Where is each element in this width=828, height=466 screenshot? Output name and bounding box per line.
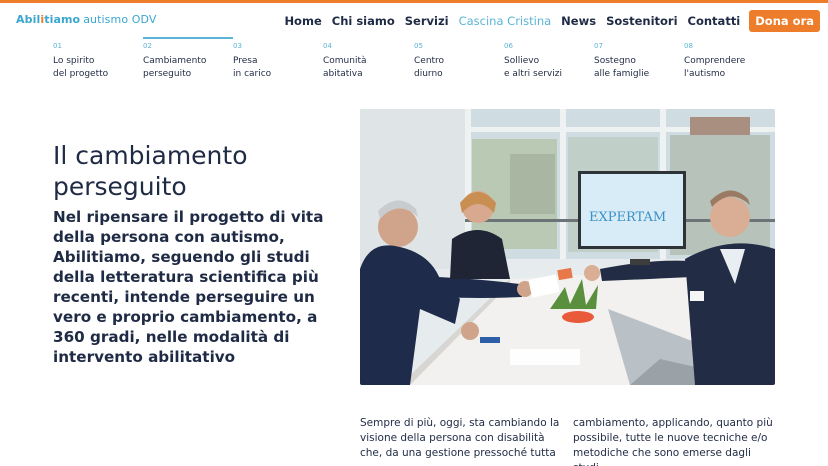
step-presa-in-carico[interactable]: 03 Presa in carico	[233, 37, 323, 85]
meeting-photo: EXPERTAM	[360, 109, 775, 385]
body-text-col1: Sempre di più, oggi, sta cambiando la vi…	[360, 417, 560, 459]
step-label: Sollievo e altri servizi	[504, 56, 562, 79]
logo-subtitle: autismo ODV	[83, 13, 157, 26]
nav-item-cascina-cristina[interactable]: Cascina Cristina	[454, 14, 557, 28]
page-lead-paragraph: Nel ripensare il progetto di vita della …	[53, 208, 324, 366]
step-number: 06	[504, 42, 513, 50]
step-centro-diurno[interactable]: 05 Centro diurno	[414, 37, 504, 85]
site-logo[interactable]: Abilitiamo autismo ODV	[16, 13, 157, 26]
step-indicator-bar	[233, 37, 323, 39]
section-steps-nav: 01 Lo spirito del progetto 02 Cambiament…	[53, 37, 773, 85]
step-label: Centro diurno	[414, 56, 445, 79]
step-number: 05	[414, 42, 423, 50]
step-indicator-bar	[323, 37, 413, 39]
step-label: Cambiamento perseguito	[143, 56, 207, 79]
step-indicator-bar	[143, 37, 233, 39]
body-text-col2: cambiamento, applicando, quanto più poss…	[573, 417, 773, 466]
site-header: Abilitiamo autismo ODV Home Chi siamo Ser…	[0, 3, 828, 37]
step-indicator-bar	[53, 37, 143, 39]
step-comprendere-autismo[interactable]: 08 Comprendere l'autismo	[684, 37, 774, 85]
step-label: Comprendere l'autismo	[684, 56, 746, 79]
nav-item-chi-siamo[interactable]: Chi siamo	[327, 14, 400, 28]
nav-item-servizi[interactable]: Servizi	[400, 14, 454, 28]
nav-item-sostenitori[interactable]: Sostenitori	[601, 14, 682, 28]
step-indicator-bar	[594, 37, 684, 39]
step-indicator-bar	[504, 37, 594, 39]
step-lo-spirito[interactable]: 01 Lo spirito del progetto	[53, 37, 143, 85]
donate-button[interactable]: Dona ora	[749, 10, 820, 32]
step-label: Presa in carico	[233, 56, 272, 79]
step-number: 01	[53, 42, 62, 50]
page-title: Il cambiamento perseguito	[53, 141, 248, 201]
step-label: Lo spirito del progetto	[53, 56, 109, 79]
nav-item-contatti[interactable]: Contatti	[683, 14, 746, 28]
nav-item-home[interactable]: Home	[279, 14, 326, 28]
step-number: 03	[233, 42, 242, 50]
step-indicator-bar	[684, 37, 774, 39]
step-sollievo[interactable]: 06 Sollievo e altri servizi	[504, 37, 594, 85]
step-number: 04	[323, 42, 332, 50]
main-nav: Home Chi siamo Servizi Cascina Cristina …	[279, 10, 820, 32]
step-number: 08	[684, 42, 693, 50]
step-indicator-bar	[414, 37, 504, 39]
logo-wordmark: Abilitiamo	[16, 13, 81, 26]
step-label: Sostegno alle famiglie	[594, 56, 650, 79]
nav-item-news[interactable]: News	[556, 14, 601, 28]
photo-screen-text: EXPERTAM	[589, 210, 666, 225]
step-number: 02	[143, 42, 152, 50]
step-sostegno-famiglie[interactable]: 07 Sostegno alle famiglie	[594, 37, 684, 85]
step-label: Comunità abitativa	[323, 56, 367, 79]
step-comunita-abitativa[interactable]: 04 Comunità abitativa	[323, 37, 413, 85]
step-cambiamento[interactable]: 02 Cambiamento perseguito	[143, 37, 233, 85]
step-number: 07	[594, 42, 603, 50]
